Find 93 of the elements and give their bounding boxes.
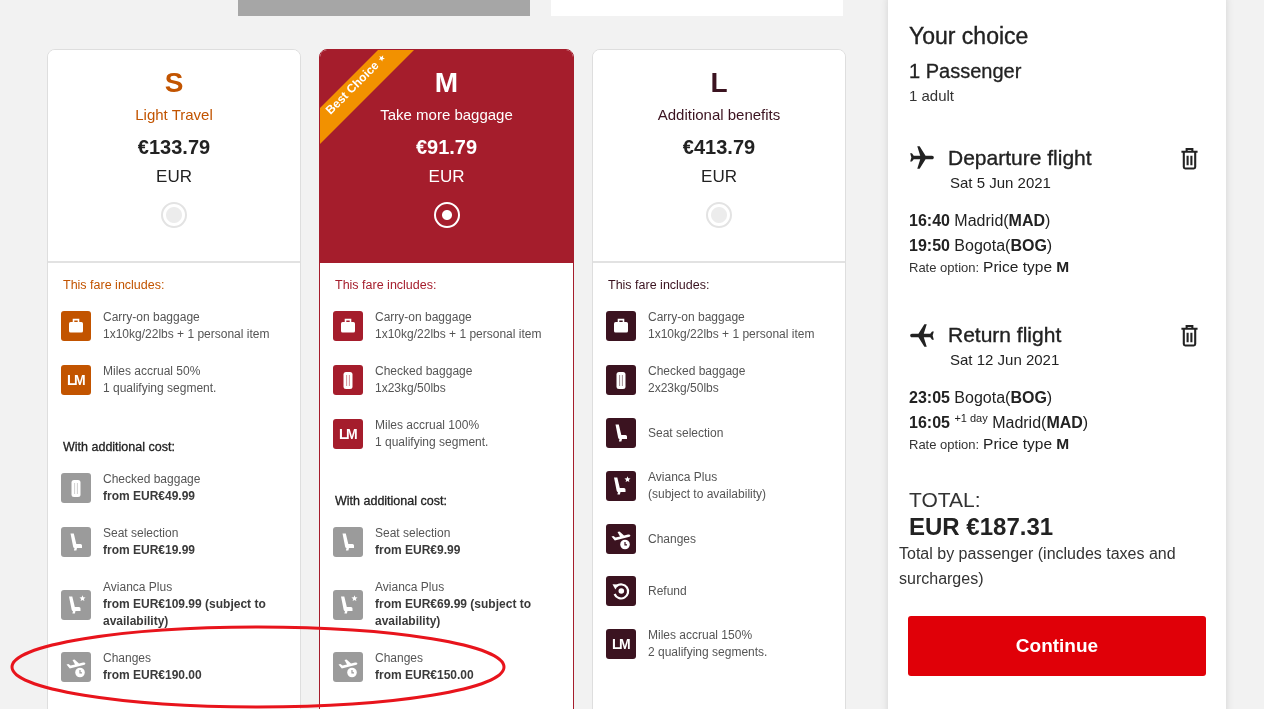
feature-detail: 1x10kg/22lbs + 1 personal item xyxy=(648,326,816,343)
trash-icon[interactable] xyxy=(1180,323,1199,347)
plane-clock-icon xyxy=(606,524,636,554)
feature-title: Changes xyxy=(103,650,153,667)
seat-icon xyxy=(606,418,636,448)
feature-detail: 1 qualifying segment. xyxy=(375,434,490,451)
feature-title: Checked baggage xyxy=(648,363,747,380)
feature-detail: 2x23kg/50lbs xyxy=(648,380,720,397)
plane-clock-icon xyxy=(333,652,363,682)
flight-title: Return flight xyxy=(948,322,1062,348)
suitcase-icon xyxy=(606,365,636,395)
feature-title: Refund xyxy=(648,582,688,600)
fare-currency: EUR xyxy=(156,166,192,188)
total-label: TOTAL: xyxy=(909,487,982,513)
feature-title: Avianca Plus xyxy=(648,469,719,486)
feature-detail: (subject to availability) xyxy=(648,486,768,503)
feature-title: Carry-on baggage xyxy=(375,309,473,326)
feature-detail: from EUR€19.99 xyxy=(103,542,197,559)
fare-price: €91.79 xyxy=(415,135,478,160)
suitcase-icon xyxy=(61,473,91,503)
feature-title: Avianca Plus xyxy=(103,579,174,596)
fare-subtitle: Additional benefits xyxy=(657,105,781,125)
flight-time-text: 23:05 Bogota(BOG) xyxy=(909,388,1054,408)
miles-logo: LM xyxy=(606,629,636,659)
feature-title: Checked baggage xyxy=(375,363,474,380)
fare-code: L xyxy=(710,66,728,100)
feature-title: Changes xyxy=(648,530,698,548)
radio-button[interactable] xyxy=(161,202,187,228)
rate-label: Rate option: xyxy=(909,260,980,275)
passenger-count: 1 Passenger xyxy=(909,59,1023,83)
trash-icon[interactable] xyxy=(1180,146,1199,170)
tab[interactable] xyxy=(238,0,530,16)
plane-icon xyxy=(909,145,935,171)
feature-title: Seat selection xyxy=(103,525,180,542)
rate-value: Price type M xyxy=(983,435,1070,453)
flight-time-text: 19:50 Bogota(BOG) xyxy=(909,236,1054,256)
flight-time-text: 16:40 Madrid(MAD) xyxy=(909,211,1052,231)
feature-detail: 1x10kg/22lbs + 1 personal item xyxy=(103,326,271,343)
flight-date: Sat 12 Jun 2021 xyxy=(950,351,1061,369)
feature-title: Checked baggage xyxy=(103,471,202,488)
feature-detail: from EUR€190.00 xyxy=(103,667,203,684)
fare-price: €413.79 xyxy=(682,135,756,160)
rate-value: Price type M xyxy=(983,258,1070,276)
fare-code: M xyxy=(434,66,459,100)
section-heading: With additional cost: xyxy=(335,493,448,509)
feature-title: Avianca Plus xyxy=(375,579,446,596)
section-heading: With additional cost: xyxy=(63,439,176,455)
plane-clock-icon xyxy=(61,652,91,682)
section-heading: This fare includes: xyxy=(63,277,166,293)
section-heading: This fare includes: xyxy=(335,277,438,293)
fare-code: S xyxy=(164,66,184,100)
feature-detail: from EUR€49.99 xyxy=(103,488,197,505)
feature-detail: 2 qualifying segments. xyxy=(648,644,769,661)
feature-detail: from EUR€69.99 (subject to availability) xyxy=(375,596,533,630)
seat-icon xyxy=(61,527,91,557)
feature-title: Seat selection xyxy=(648,424,725,442)
feature-detail: from EUR€150.00 xyxy=(375,667,475,684)
total-amount: EUR €187.31 xyxy=(909,513,1055,541)
feature-detail: 1 qualifying segment. xyxy=(103,380,218,397)
briefcase-icon xyxy=(333,311,363,341)
total-note: Total by passenger (includes taxes and surcharges) xyxy=(899,544,1177,589)
briefcase-icon xyxy=(606,311,636,341)
feature-detail: from EUR€109.99 (subject to availability) xyxy=(103,596,267,630)
fare-currency: EUR xyxy=(428,166,465,188)
fare-price: €133.79 xyxy=(137,135,211,160)
briefcase-icon xyxy=(61,311,91,341)
feature-title: Miles accrual 100% xyxy=(375,417,481,434)
fare-subtitle: Light Travel xyxy=(135,105,213,125)
flight-date: Sat 5 Jun 2021 xyxy=(950,174,1052,192)
rate-label: Rate option: xyxy=(909,437,980,452)
passenger-detail: 1 adult xyxy=(909,87,956,105)
suitcase-icon xyxy=(333,365,363,395)
feature-detail: from EUR€9.99 xyxy=(375,542,462,559)
feature-title: Changes xyxy=(375,650,425,667)
feature-detail: 1x10kg/22lbs + 1 personal item xyxy=(375,326,543,343)
feature-title: Carry-on baggage xyxy=(103,309,201,326)
feature-title: Miles accrual 150% xyxy=(648,627,754,644)
seat-icon xyxy=(333,527,363,557)
feature-title: Miles accrual 50% xyxy=(103,363,202,380)
continue-button[interactable]: Continue xyxy=(908,616,1206,676)
feature-title: Carry-on baggage xyxy=(648,309,746,326)
plane-icon xyxy=(909,322,935,348)
feature-detail: 1x23kg/50lbs xyxy=(375,380,447,397)
flight-time-text: 16:05 $^{+1 day}$ Madrid(MAD) xyxy=(909,410,1090,433)
miles-logo: LM xyxy=(333,419,363,449)
fare-subtitle: Take more baggage xyxy=(380,105,513,125)
radio-button[interactable] xyxy=(706,202,732,228)
section-heading: This fare includes: xyxy=(608,277,711,293)
summary-title: Your choice xyxy=(909,22,1030,50)
fare-currency: EUR xyxy=(701,166,737,188)
feature-title: Seat selection xyxy=(375,525,452,542)
flight-title: Departure flight xyxy=(948,145,1092,171)
miles-logo: LM xyxy=(61,365,91,395)
